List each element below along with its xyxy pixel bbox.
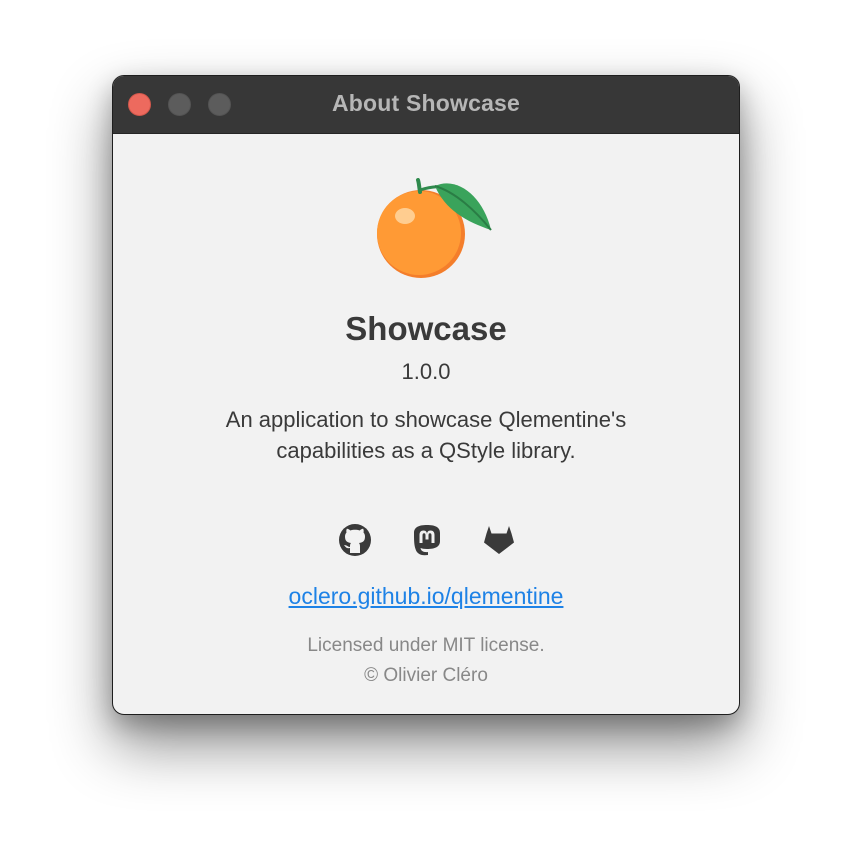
gitlab-icon[interactable]: [479, 520, 519, 560]
mastodon-icon[interactable]: [407, 520, 447, 560]
social-links: [113, 520, 739, 560]
dialog-content: Showcase 1.0.0 An application to showcas…: [113, 134, 739, 714]
tangerine-icon: [375, 178, 493, 278]
title-bar[interactable]: About Showcase: [113, 76, 739, 134]
window-title: About Showcase: [331, 90, 521, 116]
description-line: capabilities as a QStyle library.: [276, 438, 576, 463]
description-line: An application to showcase Qlementine's: [225, 407, 627, 432]
about-dialog: About Showcase Showcase 1.0.0 An applica…: [112, 75, 740, 715]
license-info: Licensed under MIT license. © Olivier Cl…: [113, 631, 739, 691]
app-name: Showcase: [345, 310, 507, 347]
github-icon[interactable]: [335, 520, 375, 560]
app-version: 1.0.0: [401, 359, 451, 384]
license-text: Licensed under MIT license.: [307, 635, 545, 656]
website-link[interactable]: oclero.github.io/qlementine: [113, 583, 739, 610]
copyright-text: © Olivier Cléro: [364, 665, 488, 686]
app-description: An application to showcase Qlementine's …: [153, 404, 699, 466]
